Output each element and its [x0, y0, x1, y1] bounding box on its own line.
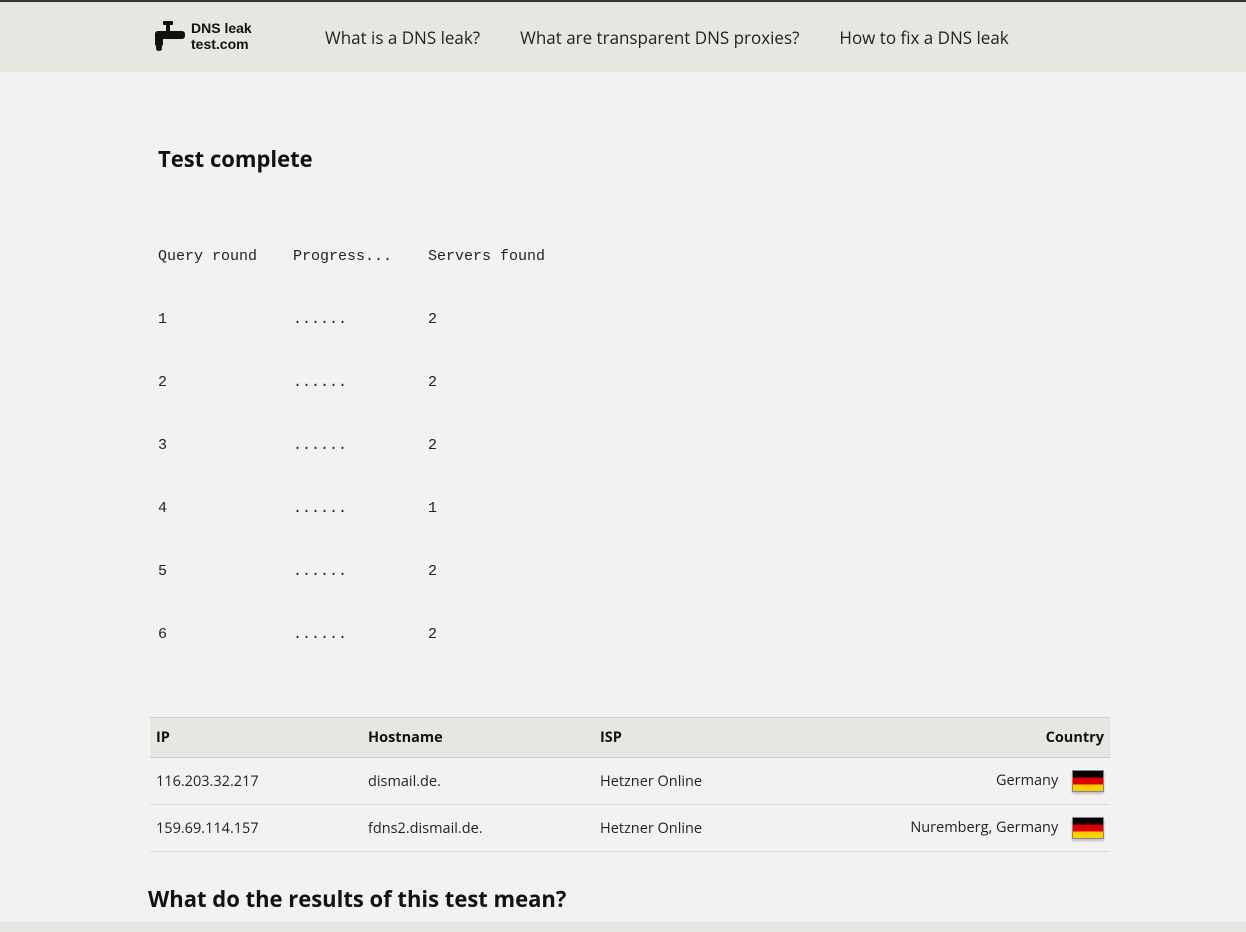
table-header-row: IP Hostname ISP Country — [150, 718, 1110, 758]
footer-strip — [0, 922, 1246, 932]
progress-row: 5......2 — [158, 561, 1096, 582]
progress-row: 6......2 — [158, 624, 1096, 645]
th-hostname: Hostname — [362, 718, 594, 758]
th-isp: ISP — [594, 718, 826, 758]
country-text: Nuremberg, Germany — [910, 818, 1058, 837]
logo-text-line2: test.com — [191, 36, 249, 52]
main-nav: What is a DNS leak? What are transparent… — [325, 26, 1009, 49]
nav-how-to-fix[interactable]: How to fix a DNS leak — [839, 26, 1008, 49]
faucet-icon: DNS leak test.com — [153, 17, 283, 57]
progress-header-found: Servers found — [428, 246, 545, 267]
nav-transparent-proxies[interactable]: What are transparent DNS proxies? — [520, 26, 799, 49]
logo-text-line1: DNS leak — [191, 20, 252, 36]
country-text: Germany — [996, 771, 1058, 790]
main-content: Test complete Query roundProgress...Serv… — [0, 72, 1246, 914]
progress-row: 1......2 — [158, 309, 1096, 330]
flag-icon — [1072, 770, 1104, 792]
cell-hostname: fdns2.dismail.de. — [362, 805, 594, 852]
cell-hostname: dismail.de. — [362, 758, 594, 805]
progress-row: 4......1 — [158, 498, 1096, 519]
results-meaning-heading: What do the results of this test mean? — [148, 884, 1096, 914]
query-progress: Query roundProgress...Servers found 1...… — [158, 204, 1096, 687]
site-header: DNS leak test.com What is a DNS leak? Wh… — [0, 2, 1246, 72]
site-logo[interactable]: DNS leak test.com — [153, 17, 283, 57]
cell-country: Germany — [826, 758, 1110, 805]
cell-isp: Hetzner Online — [594, 758, 826, 805]
th-country: Country — [826, 718, 1110, 758]
nav-what-is-dns-leak[interactable]: What is a DNS leak? — [325, 26, 480, 49]
table-row: 159.69.114.157 fdns2.dismail.de. Hetzner… — [150, 805, 1110, 852]
results-table: IP Hostname ISP Country 116.203.32.217 d… — [150, 717, 1110, 852]
cell-ip: 159.69.114.157 — [150, 805, 362, 852]
progress-header-row: Query roundProgress...Servers found — [158, 246, 1096, 267]
page-title: Test complete — [158, 144, 1096, 174]
cell-isp: Hetzner Online — [594, 805, 826, 852]
progress-row: 2......2 — [158, 372, 1096, 393]
progress-header-round: Query round — [158, 246, 293, 267]
cell-ip: 116.203.32.217 — [150, 758, 362, 805]
table-row: 116.203.32.217 dismail.de. Hetzner Onlin… — [150, 758, 1110, 805]
flag-icon — [1072, 817, 1104, 839]
cell-country: Nuremberg, Germany — [826, 805, 1110, 852]
progress-header-prog: Progress... — [293, 246, 428, 267]
th-ip: IP — [150, 718, 362, 758]
progress-row: 3......2 — [158, 435, 1096, 456]
